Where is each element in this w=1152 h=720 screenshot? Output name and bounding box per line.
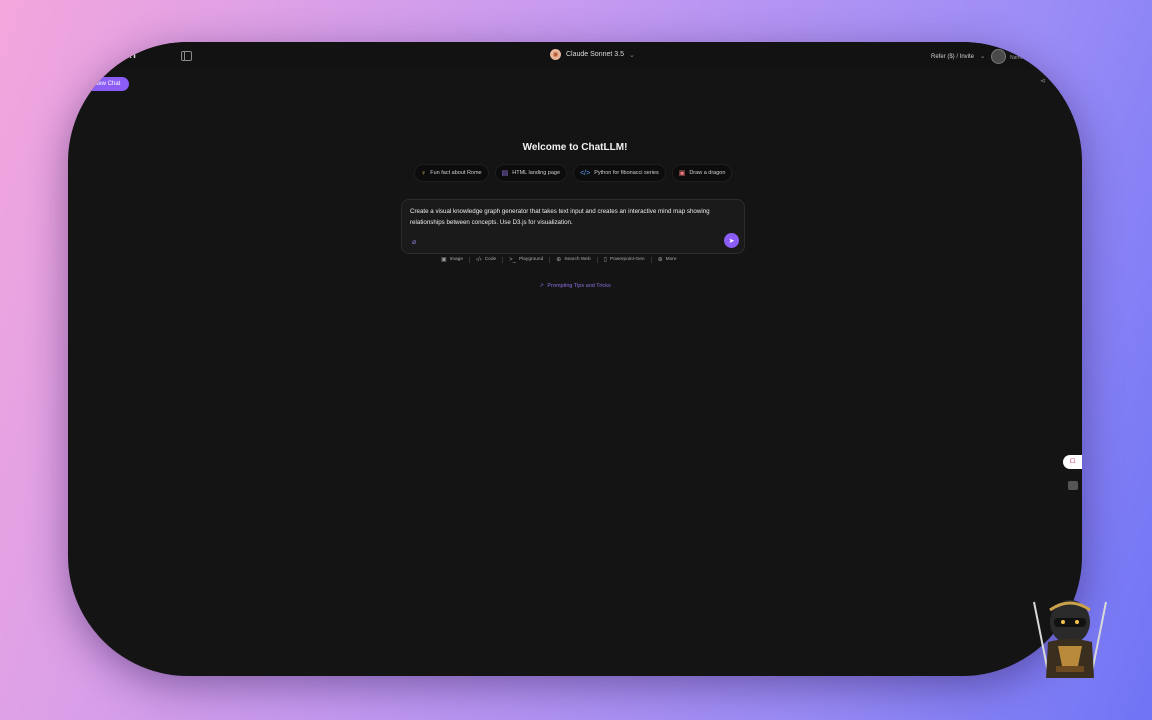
app-logo[interactable]: S.AI [112, 50, 137, 61]
suggestion-label: Fun fact about Rome [430, 170, 482, 176]
model-name: Claude Sonnet 3.5 [566, 51, 624, 58]
paperclip-icon[interactable]: ⌀ [412, 238, 416, 246]
suggestion-chip[interactable]: ▣ Draw a dragon [671, 164, 733, 182]
avatar[interactable] [991, 49, 1006, 64]
code-icon: </> [580, 169, 591, 177]
floating-widget-button[interactable]: ᗝ [1063, 455, 1082, 469]
tool-label: More [665, 257, 677, 262]
chevron-down-icon: ⌄ [629, 51, 635, 59]
suggestion-chip[interactable]: ♀ Fun fact about Rome [414, 164, 489, 182]
tool-playground[interactable]: >_ Playground [509, 257, 543, 263]
divider [596, 256, 598, 263]
lightbulb-icon: ♀ [421, 169, 427, 177]
layout-icon: ▤ [501, 170, 509, 177]
prompt-input[interactable]: Create a visual knowledge graph generato… [401, 199, 745, 254]
sidebar-toggle-icon[interactable] [181, 51, 192, 61]
tool-label: Playground [519, 257, 544, 262]
app-window: S.AI ✺ Claude Sonnet 3.5 ⌄ Refer ($) / I… [68, 42, 1082, 676]
globe-icon: ⊕ [556, 257, 562, 263]
top-bar: S.AI ✺ Claude Sonnet 3.5 ⌄ Refer ($) / I… [68, 42, 1082, 70]
image-icon: ▣ [678, 170, 686, 177]
model-selector[interactable]: ✺ Claude Sonnet 3.5 ⌄ [550, 49, 635, 60]
tool-powerpoint-gen[interactable]: ▯ Powerpoint-Gen [604, 256, 645, 263]
send-button[interactable]: ➤ [724, 233, 739, 248]
logo-icon: ᗝ [1069, 458, 1076, 465]
send-icon: ➤ [728, 237, 735, 245]
prompting-tips-link[interactable]: ↗ Prompting Tips and Tricks [68, 283, 1082, 289]
tool-label: Image [449, 257, 464, 262]
share-icon[interactable]: ⋖ [1040, 77, 1046, 85]
image-icon: ▣ [441, 257, 447, 263]
floating-panel-icon[interactable] [1068, 481, 1078, 490]
suggestion-chip[interactable]: ▤ HTML landing page [494, 164, 568, 182]
tool-label: Powerpoint-Gen [609, 257, 645, 262]
divider [549, 256, 551, 263]
claude-logo-icon: ✺ [550, 49, 561, 60]
user-name: Name [1010, 55, 1024, 61]
new-chat-label: New Chat [94, 81, 121, 87]
divider [650, 256, 652, 263]
document-icon: ▯ [603, 257, 607, 263]
suggestion-label: Draw a dragon [689, 170, 726, 176]
tool-label: Code [484, 257, 497, 262]
plus-circle-icon: ⊕ [657, 257, 663, 263]
ninja-mascot-image [1033, 600, 1107, 678]
tool-more[interactable]: ⊕ More [658, 256, 677, 263]
suggestion-chip[interactable]: </> Python for fibonacci series [573, 164, 666, 182]
refer-invite-label: Refer ($) / Invite [931, 54, 975, 60]
chevron-down-icon: ⌄ [979, 53, 986, 60]
new-chat-button[interactable]: New Chat [88, 77, 130, 91]
suggestion-chips: ♀ Fun fact about Rome ▤ HTML landing pag… [414, 164, 733, 182]
code-icon: ‹/› [476, 256, 482, 263]
tool-code[interactable]: ‹/› Code [476, 257, 496, 263]
suggestion-label: Python for fibonacci series [594, 170, 659, 176]
tool-bar: ▣ Image ‹/› Code >_ Playground ⊕ Search … [441, 256, 677, 263]
divider [502, 256, 504, 263]
tips-label: Prompting Tips and Tricks [547, 283, 611, 289]
tool-image[interactable]: ▣ Image [441, 256, 463, 263]
terminal-icon: >_ [509, 256, 516, 263]
prompt-text[interactable]: Create a visual knowledge graph generato… [410, 207, 730, 228]
external-link-icon: ↗ [539, 283, 544, 289]
suggestion-label: HTML landing page [512, 170, 561, 176]
refer-invite-button[interactable]: Refer ($) / Invite ⌄ [931, 52, 986, 60]
tool-label: Search Web [564, 257, 591, 262]
tool-search-web[interactable]: ⊕ Search Web [556, 256, 590, 263]
divider [469, 256, 471, 263]
page-title: Welcome to ChatLLM! [522, 142, 628, 153]
